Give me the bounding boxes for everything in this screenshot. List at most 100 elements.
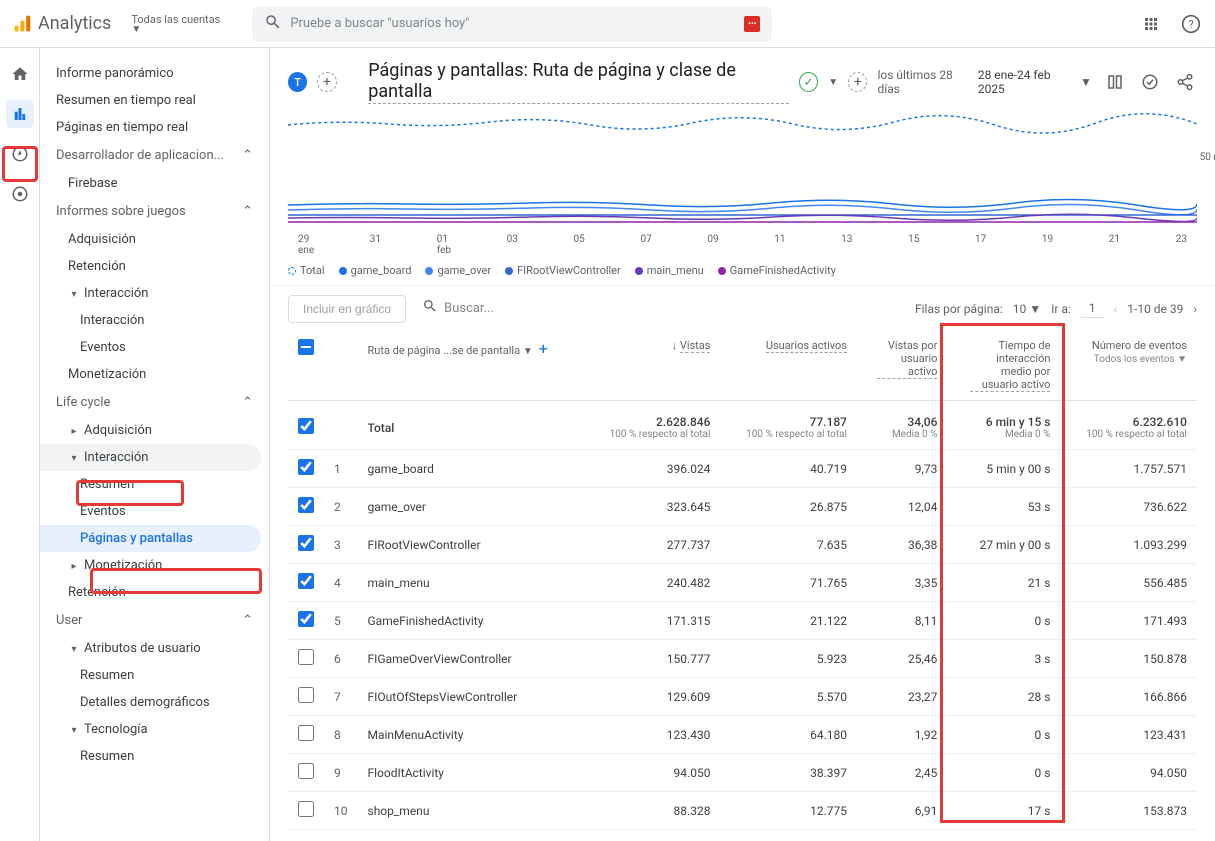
prev-page-button[interactable]: ‹ — [1114, 302, 1118, 316]
add-button[interactable]: + — [848, 72, 867, 92]
table-row[interactable]: 6 FIGameOverViewController 150.777 5.923… — [288, 640, 1197, 678]
add-comparison-button[interactable]: + — [317, 72, 336, 92]
table-row[interactable]: 4 main_menu 240.482 71.765 3,35 21 s 556… — [288, 564, 1197, 602]
legend-item[interactable]: game_over — [425, 264, 491, 277]
legend-item[interactable]: game_board — [339, 264, 412, 277]
compare-icon[interactable] — [1104, 70, 1127, 94]
sidebar-realtime-pages[interactable]: Páginas en tiempo real — [40, 114, 269, 141]
cell-events: 6.232.610100 % respecto al total — [1060, 401, 1197, 450]
cell-index: 5 — [324, 602, 358, 640]
sidebar-user-attr[interactable]: ▾Atributos de usuario — [40, 635, 269, 662]
help-icon[interactable]: ? — [1179, 12, 1203, 36]
row-checkbox[interactable] — [298, 418, 314, 434]
sidebar-games-interaction[interactable]: ▾Interacción — [40, 280, 269, 307]
row-checkbox[interactable] — [298, 459, 314, 475]
col-events[interactable]: Número de eventosTodos los eventos ▼ — [1060, 331, 1197, 401]
row-checkbox[interactable] — [298, 725, 314, 741]
legend-item[interactable]: FIRootViewController — [505, 264, 621, 277]
table-row[interactable]: 10 shop_menu 88.328 12.775 6,91 17 s 153… — [288, 792, 1197, 830]
caret-down-icon: ▾ — [68, 289, 80, 300]
col-vpu[interactable]: Vistas por usuario activo — [857, 331, 947, 401]
apps-icon[interactable] — [1139, 12, 1163, 36]
table-row[interactable]: 7 FIOutOfStepsViewController 129.609 5.5… — [288, 678, 1197, 716]
include-in-chart-button[interactable]: Incluir en gráfico — [288, 295, 406, 323]
goto-input[interactable]: 1 — [1081, 299, 1104, 318]
sidebar-games-events[interactable]: Eventos — [40, 334, 269, 361]
rows-per-page-select[interactable]: 10 ▼ — [1013, 302, 1041, 316]
account-selector[interactable]: Todas las cuentas ▼ — [131, 13, 220, 35]
chevron-down-icon[interactable]: ▼ — [828, 77, 838, 88]
sidebar-lc-pages[interactable]: Páginas y pantallas — [40, 525, 261, 552]
status-check-icon[interactable]: ✓ — [799, 72, 818, 92]
col-dimension[interactable]: Ruta de página ...se de pantalla ▼+ — [358, 331, 584, 401]
sidebar-group-lifecycle[interactable]: Life cycle⌃ — [40, 388, 269, 417]
row-checkbox[interactable] — [298, 573, 314, 589]
cell-name[interactable]: GameFinishedActivity — [358, 602, 584, 640]
table-row[interactable]: 8 MainMenuActivity 123.430 64.180 1,92 0… — [288, 716, 1197, 754]
row-checkbox[interactable] — [298, 687, 314, 703]
sidebar-lc-monetization[interactable]: ▸Monetización — [40, 552, 269, 579]
col-views[interactable]: ↓ Vistas — [584, 331, 721, 401]
cell-users: 5.570 — [720, 678, 857, 716]
cell-name[interactable]: game_board — [358, 450, 584, 488]
chart-x-tick: 15 — [908, 234, 919, 256]
cell-name[interactable]: FIRootViewController — [358, 526, 584, 564]
cell-name[interactable]: MainMenuActivity — [358, 716, 584, 754]
table-search[interactable]: Buscar... — [418, 294, 798, 323]
sidebar-firebase[interactable]: Firebase — [40, 170, 269, 197]
rail-explore-icon[interactable] — [6, 140, 34, 168]
table-row[interactable]: 9 FloodItActivity 94.050 38.397 2,45 0 s… — [288, 754, 1197, 792]
sidebar-user-resumen[interactable]: Resumen — [40, 662, 269, 689]
sidebar-games-acquisition[interactable]: Adquisición — [40, 226, 269, 253]
row-checkbox[interactable] — [298, 535, 314, 551]
row-checkbox[interactable] — [298, 763, 314, 779]
search-bar[interactable]: Pruebe a buscar "usuarios hoy" ••• — [252, 6, 772, 42]
table-row[interactable]: 2 game_over 323.645 26.875 12,04 53 s 73… — [288, 488, 1197, 526]
sidebar-lc-interaction[interactable]: ▾Interacción — [40, 444, 261, 471]
table-row[interactable]: 1 game_board 396.024 40.719 9,73 5 min y… — [288, 450, 1197, 488]
table-row[interactable]: 3 FIRootViewController 277.737 7.635 36,… — [288, 526, 1197, 564]
col-engagement[interactable]: Tiempo de interacción medio por usuario … — [947, 331, 1060, 401]
add-dimension-button[interactable]: + — [539, 339, 548, 358]
row-checkbox[interactable] — [298, 611, 314, 627]
cell-name[interactable]: game_over — [358, 488, 584, 526]
col-events-sub[interactable]: Todos los eventos ▼ — [1094, 354, 1187, 365]
sidebar-realtime-summary[interactable]: Resumen en tiempo real — [40, 87, 269, 114]
legend-item[interactable]: main_menu — [635, 264, 704, 277]
cell-name[interactable]: shop_menu — [358, 792, 584, 830]
sidebar-tech-resumen[interactable]: Resumen — [40, 743, 269, 770]
cell-name[interactable]: FIOutOfStepsViewController — [358, 678, 584, 716]
cell-name[interactable]: FloodItActivity — [358, 754, 584, 792]
sidebar-group-dev[interactable]: Desarrollador de aplicacion...⌃ — [40, 141, 269, 170]
sidebar-games-monetization[interactable]: Monetización — [40, 361, 269, 388]
sidebar-lc-events[interactable]: Eventos — [40, 498, 269, 525]
sidebar-lc-retention[interactable]: Retención — [40, 579, 269, 606]
date-range-selector[interactable]: los últimos 28 días 28 ene-24 feb 2025 ▼ — [877, 68, 1091, 96]
sidebar-games-interaction-sub[interactable]: Interacción — [40, 307, 269, 334]
sidebar-group-games[interactable]: Informes sobre juegos⌃ — [40, 197, 269, 226]
row-checkbox[interactable] — [298, 649, 314, 665]
chevron-down-icon: ▼ — [523, 346, 533, 357]
sidebar-games-retention[interactable]: Retención — [40, 253, 269, 280]
sidebar-user-demo[interactable]: Detalles demográficos — [40, 689, 269, 716]
rail-reports-icon[interactable] — [6, 100, 34, 128]
row-checkbox[interactable] — [298, 497, 314, 513]
table-row[interactable]: 5 GameFinishedActivity 171.315 21.122 8,… — [288, 602, 1197, 640]
sidebar-tech[interactable]: ▾Tecnología — [40, 716, 269, 743]
row-checkbox[interactable] — [298, 801, 314, 817]
col-users[interactable]: Usuarios activos — [720, 331, 857, 401]
next-page-button[interactable]: › — [1193, 302, 1197, 316]
legend-item[interactable]: Total — [288, 264, 325, 277]
insights-icon[interactable] — [1139, 70, 1162, 94]
rail-advertising-icon[interactable] — [6, 180, 34, 208]
rail-home-icon[interactable] — [6, 60, 34, 88]
sidebar-group-user[interactable]: User⌃ — [40, 606, 269, 635]
share-icon[interactable] — [1174, 70, 1197, 94]
sidebar-panoramic[interactable]: Informe panorámico — [40, 60, 269, 87]
cell-name[interactable]: FIGameOverViewController — [358, 640, 584, 678]
select-all-checkbox[interactable] — [298, 339, 314, 355]
legend-item[interactable]: GameFinishedActivity — [718, 264, 836, 277]
sidebar-lc-acquisition[interactable]: ▸Adquisición — [40, 417, 269, 444]
cell-name[interactable]: main_menu — [358, 564, 584, 602]
sidebar-lc-resumen[interactable]: Resumen — [40, 471, 269, 498]
